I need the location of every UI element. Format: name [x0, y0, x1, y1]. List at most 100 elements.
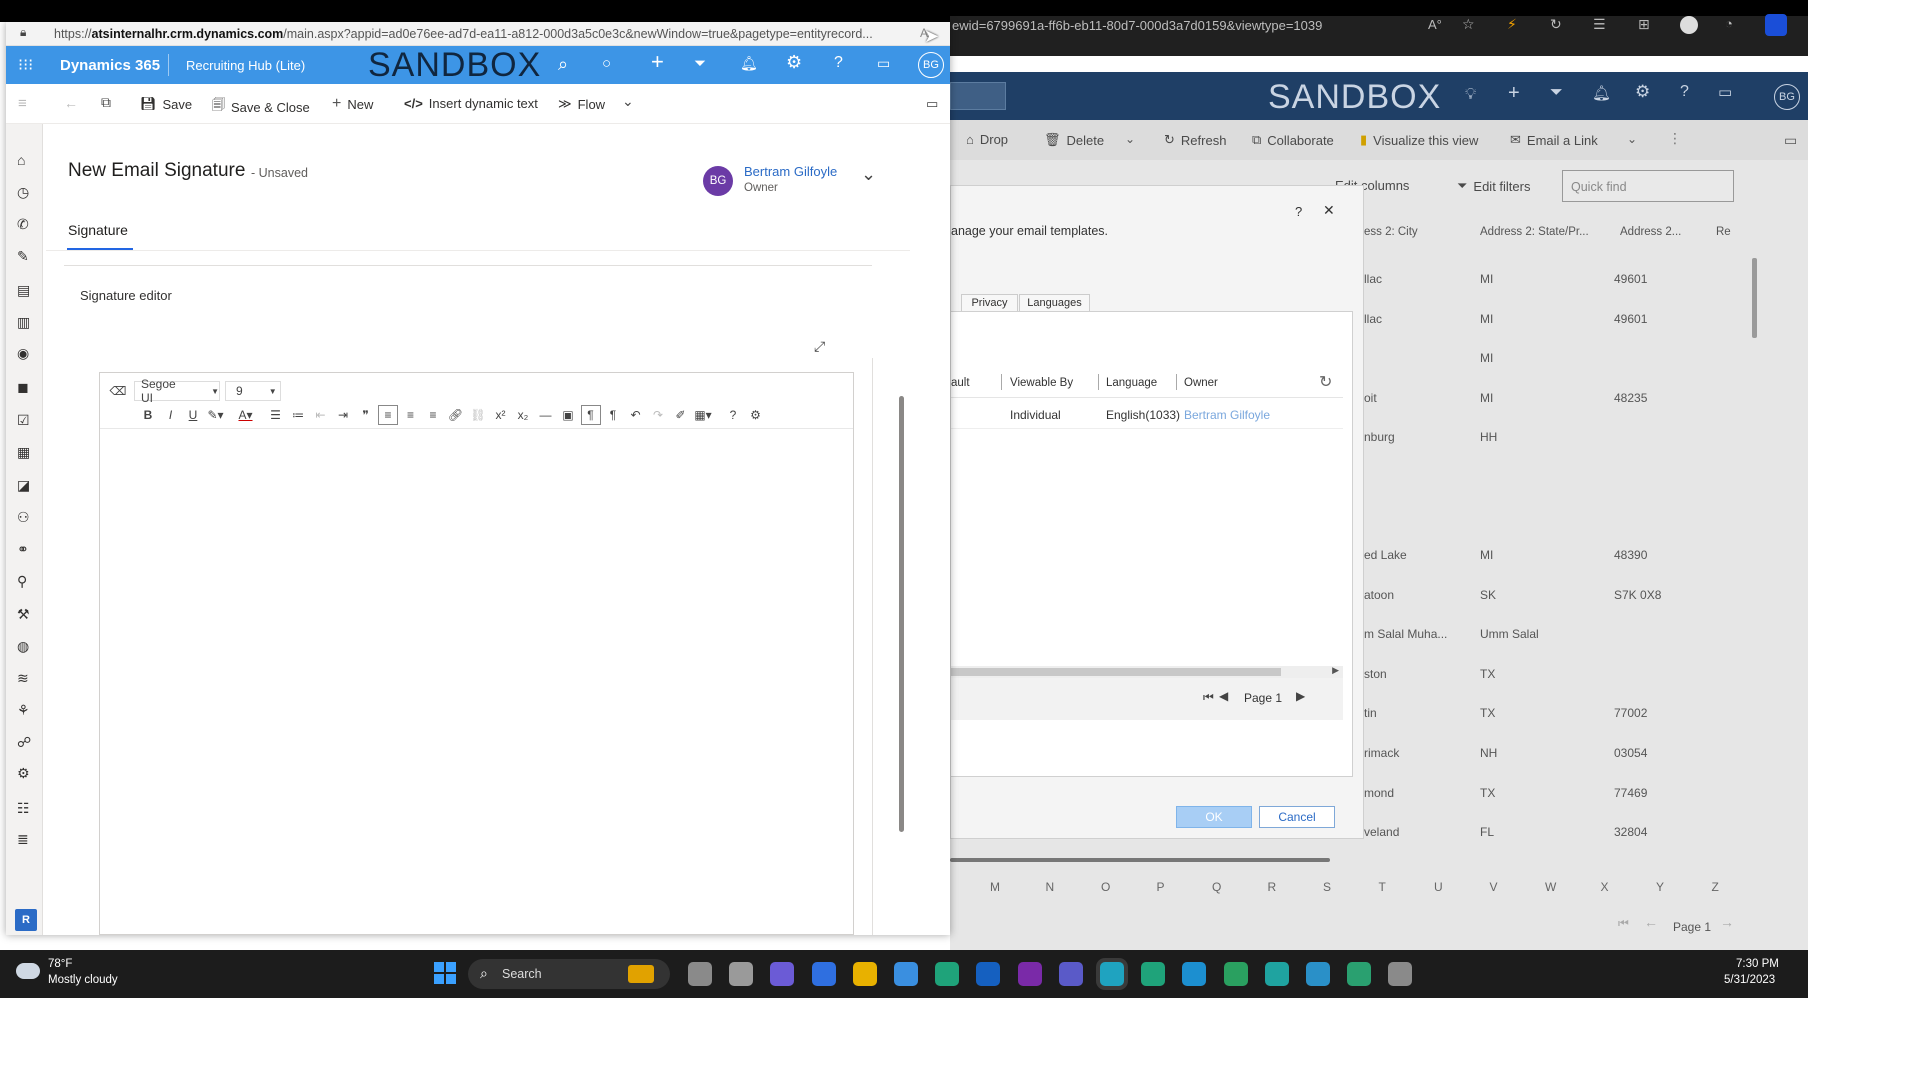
side-panel-icon[interactable]: ▭	[1784, 132, 1797, 149]
alphabet-letter[interactable]: N	[1046, 880, 1055, 894]
lightbulb-icon[interactable]: 💡︎	[1465, 86, 1476, 104]
dev-app-icon[interactable]	[811, 962, 836, 986]
column-header-re[interactable]: Re	[1716, 226, 1731, 238]
highlight-icon[interactable]: ✎▾	[206, 405, 226, 425]
link-icon[interactable]: 🔗︎	[446, 405, 466, 425]
bullet-list-icon[interactable]: ☰	[266, 405, 286, 425]
table-row[interactable]: llac MI 49601	[1364, 270, 1744, 288]
column-header-zip[interactable]: Address 2...	[1620, 226, 1681, 238]
align-center-icon[interactable]: ≡	[401, 405, 421, 425]
italic-icon[interactable]: I	[161, 405, 181, 425]
save-button[interactable]: 💾︎ Save	[140, 96, 192, 112]
tab-privacy[interactable]: Privacy	[961, 294, 1018, 311]
favorites-list-icon[interactable]: ☰	[1593, 16, 1606, 33]
help-icon[interactable]: ?	[1680, 83, 1689, 101]
side-panel-icon[interactable]: ▭	[926, 96, 938, 112]
sidebar-badge[interactable]: R	[15, 909, 37, 931]
increase-indent-icon[interactable]: ⇥	[333, 405, 353, 425]
home-icon[interactable]: ⌂	[17, 152, 33, 168]
favorites-star-icon[interactable]: ☆	[1462, 16, 1475, 33]
taskbar-search-box[interactable]: ⌕ Search	[468, 959, 670, 989]
dialog-help-button[interactable]: ?	[1295, 204, 1302, 219]
refresh-button[interactable]: ↻ Refresh	[1164, 132, 1226, 148]
dialog-close-button[interactable]: ✕	[1323, 202, 1335, 219]
tab-signature[interactable]: Signature	[68, 222, 128, 238]
weather-description[interactable]: Mostly cloudy	[48, 974, 118, 986]
scroll-right-icon[interactable]: ▶	[1332, 665, 1339, 676]
insert-dynamic-text-button[interactable]: </> Insert dynamic text	[404, 96, 538, 111]
dialog-col-default[interactable]: ault	[951, 377, 970, 389]
edge-icon[interactable]	[935, 962, 960, 986]
edge-work-icon[interactable]	[1306, 962, 1330, 986]
table-row[interactable]: atoon SK S7K 0X8	[1364, 586, 1744, 604]
settings-icon[interactable]: ⚙	[786, 52, 802, 73]
alphabet-letter[interactable]: P	[1157, 880, 1165, 894]
alphabet-letter[interactable]: S	[1323, 880, 1331, 894]
email-chevron-icon[interactable]: ⌄	[1627, 132, 1637, 146]
table-row[interactable]: mond TX 77469	[1364, 784, 1744, 802]
app-name[interactable]: Recruiting Hub (Lite)	[186, 58, 305, 73]
dialog-ok-button[interactable]: OK	[1176, 806, 1252, 828]
reports-icon[interactable]: ☍	[17, 734, 33, 750]
dialog-col-language[interactable]: Language	[1106, 377, 1157, 389]
expand-editor-icon[interactable]: ⤢	[814, 338, 825, 355]
help-icon[interactable]: ?	[834, 54, 843, 72]
dialog-grid-row[interactable]: Individual English(1033) Bertram Gilfoyl…	[951, 399, 1343, 429]
underline-icon[interactable]: U	[183, 405, 203, 425]
flow-button[interactable]: ≫ Flow	[558, 96, 605, 112]
positions-icon[interactable]: ◼	[17, 379, 33, 395]
settings-gear-icon[interactable]: ⚙	[17, 765, 33, 781]
tools-icon[interactable]: ⚒	[17, 606, 33, 622]
start-windows-icon[interactable]	[434, 962, 456, 984]
more-icon[interactable]: ⋮	[1668, 130, 1682, 147]
plus-icon[interactable]: +	[651, 49, 664, 75]
notepad-icon[interactable]	[894, 962, 918, 986]
weather-temperature[interactable]: 78°F	[48, 958, 72, 970]
align-left-icon[interactable]: ≡	[378, 405, 398, 425]
plus-icon[interactable]: +	[1508, 82, 1520, 105]
clear-format-icon[interactable]: ⌫	[108, 381, 128, 401]
skills-icon[interactable]: ⚘	[17, 702, 33, 718]
dialog-col-owner[interactable]: Owner	[1184, 377, 1218, 389]
new-button[interactable]: + New	[332, 95, 373, 113]
header-expand-chevron-icon[interactable]: ⌄	[861, 164, 876, 185]
settings-app-icon[interactable]	[1388, 962, 1413, 986]
background-horizontal-scrollbar[interactable]	[950, 858, 1330, 862]
dialog-cell-owner[interactable]: Bertram Gilfoyle	[1184, 408, 1270, 422]
teams-chat-icon[interactable]	[770, 962, 795, 986]
back-icon[interactable]: ←	[64, 95, 78, 111]
image-icon[interactable]: ▣	[558, 405, 578, 425]
stack-icon[interactable]: ≋	[17, 670, 33, 686]
dialog-refresh-icon[interactable]: ↻	[1319, 372, 1332, 392]
table-row[interactable]: rimack NH 03054	[1364, 744, 1744, 762]
prev-page-icon[interactable]: ←	[1644, 914, 1658, 930]
grid-scrollbar[interactable]	[1752, 258, 1757, 338]
weather-cloud-icon[interactable]	[16, 963, 40, 979]
editor-settings-icon[interactable]: ⚙	[746, 405, 766, 425]
profile-icon[interactable]	[1680, 16, 1698, 34]
table-row[interactable]: ston TX	[1364, 665, 1744, 683]
recent-icon[interactable]: ◷	[17, 184, 33, 200]
editor-help-icon[interactable]: ?	[723, 405, 743, 425]
edge-personal-icon[interactable]	[1347, 962, 1372, 986]
owner-name-link[interactable]: Bertram Gilfoyle	[744, 164, 837, 179]
filter-icon[interactable]: ⏷	[1550, 84, 1563, 102]
checklist-icon[interactable]: ☷	[17, 800, 33, 816]
filter-icon[interactable]: ⏷	[694, 55, 706, 72]
globe-icon[interactable]: ◍	[17, 638, 33, 654]
candidates-icon[interactable]: ◉	[17, 345, 33, 361]
collaborate-button[interactable]: ⧉ Collaborate	[1252, 132, 1334, 148]
jobs-icon[interactable]: ▥	[17, 314, 33, 330]
widgets-icon[interactable]	[729, 962, 754, 986]
background-avatar[interactable]: BG	[1774, 84, 1800, 110]
alphabet-letter[interactable]: U	[1434, 880, 1443, 894]
folder-icon[interactable]	[852, 962, 877, 986]
table-row[interactable]: nburg HH	[1364, 428, 1744, 446]
visualize-button[interactable]: ▮ Visualize this view	[1360, 132, 1478, 148]
decrease-indent-icon[interactable]: ⇤	[311, 405, 331, 425]
interviews-icon[interactable]: ⚇	[17, 509, 33, 525]
schedule-icon[interactable]: ◪	[17, 477, 33, 493]
edge-dev-icon[interactable]	[1141, 962, 1166, 986]
alphabet-letter[interactable]: Z	[1712, 880, 1719, 894]
table-row[interactable]: veland FL 32804	[1364, 823, 1744, 841]
